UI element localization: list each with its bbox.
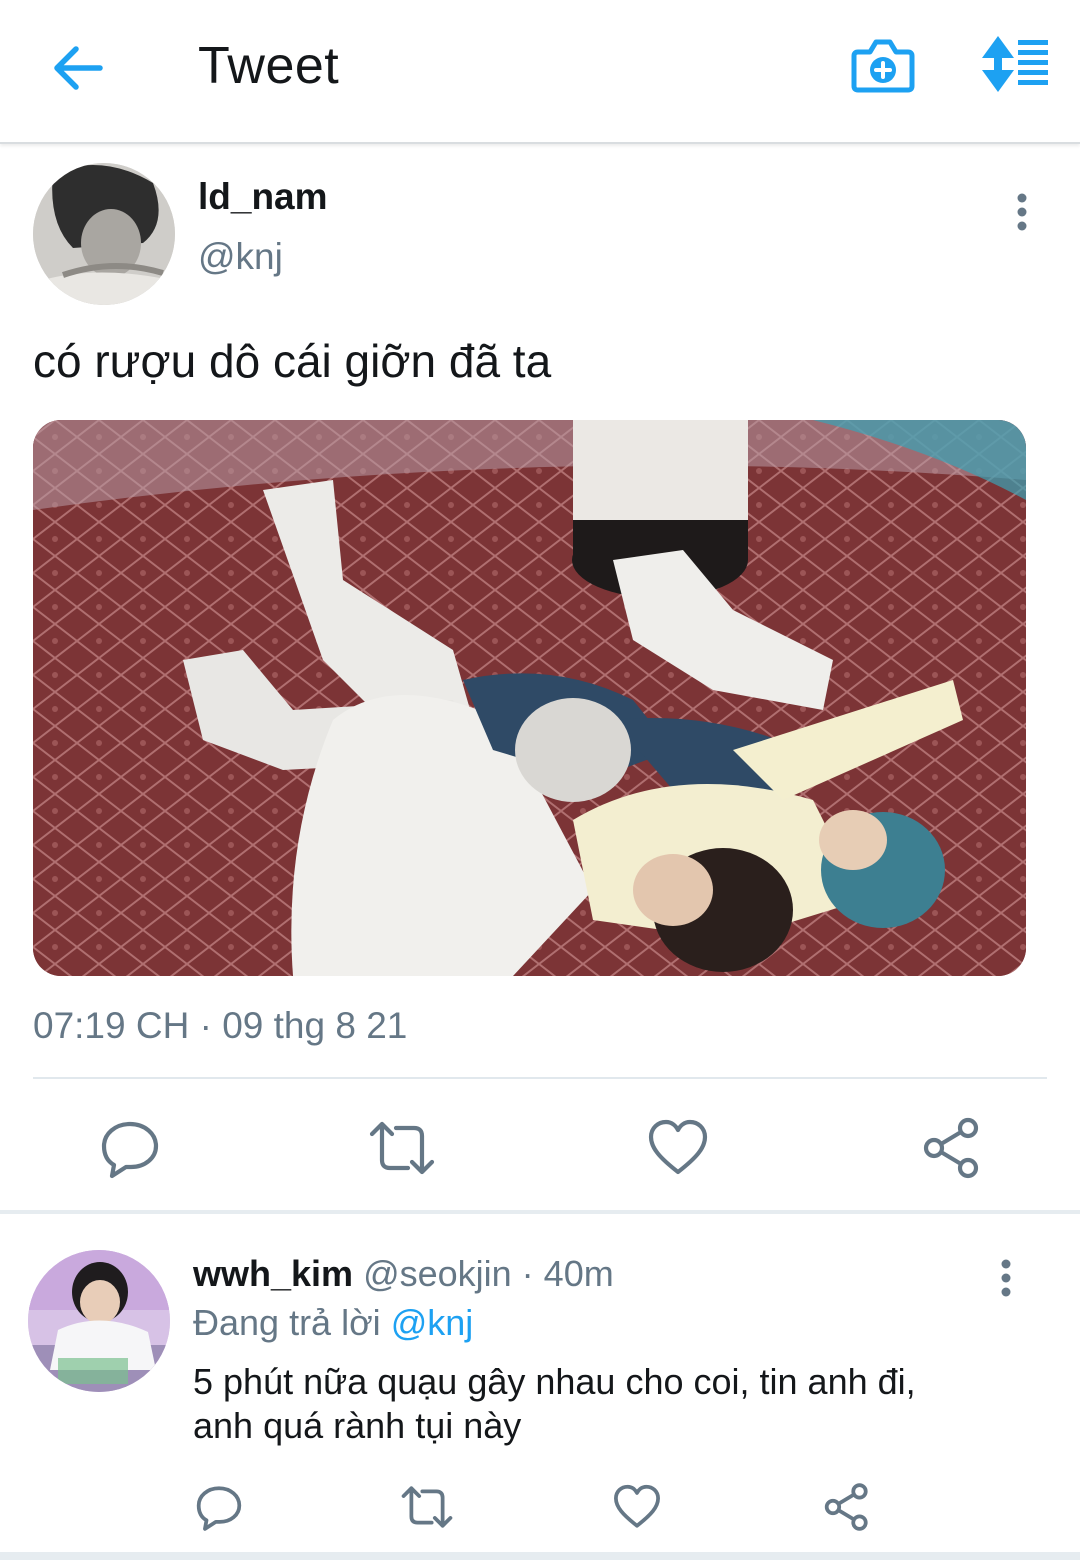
top-app-bar: Tweet (0, 0, 1080, 144)
like-button[interactable] (646, 1116, 710, 1180)
like-icon (648, 1119, 708, 1175)
replying-prefix: Đang trả lời (193, 1302, 381, 1343)
tweet-text: có rượu dô cái giỡn đã ta (33, 335, 552, 387)
more-vertical-icon (1017, 193, 1027, 231)
page-title: Tweet (198, 37, 340, 95)
reply-text: 5 phút nữa quạu gây nhau cho coi, tin an… (193, 1360, 1053, 1448)
reply-action-bar (0, 1478, 1080, 1538)
bottom-separator (0, 1552, 1080, 1560)
reply-icon (101, 1121, 159, 1179)
reply-handle-time: @seokjin · 40m (363, 1253, 614, 1294)
tweet-timestamp: 07:19 CH · 09 thg 8 21 (33, 1005, 408, 1046)
profile-photo (28, 1250, 170, 1392)
like-icon (614, 1484, 660, 1528)
reply-more-options-button[interactable] (988, 1256, 1024, 1300)
retweet-icon (401, 1486, 453, 1528)
more-options-button[interactable] (1004, 190, 1040, 234)
reply-reply-button[interactable] (194, 1482, 244, 1532)
reply-text-line: anh quá rành tụi này (193, 1405, 522, 1446)
reply-retweet-button[interactable] (400, 1482, 454, 1532)
camera-button[interactable] (850, 34, 916, 96)
reply-like-button[interactable] (612, 1482, 662, 1532)
reply-avatar[interactable] (28, 1250, 170, 1392)
tweet-action-bar (0, 1110, 1080, 1180)
user-handle[interactable]: @knj (198, 236, 283, 278)
media-photo (33, 420, 1026, 976)
back-button[interactable] (48, 38, 108, 98)
retweet-button[interactable] (368, 1116, 435, 1180)
more-vertical-icon (1001, 1259, 1011, 1297)
camera-plus-icon (851, 39, 915, 93)
sort-button[interactable] (974, 34, 1054, 94)
share-icon (923, 1117, 979, 1179)
reply-icon (196, 1486, 242, 1531)
tweet-media[interactable] (33, 420, 1026, 976)
display-name[interactable]: ld_nam (198, 176, 328, 218)
mention-link[interactable]: @knj (391, 1302, 474, 1343)
sort-icon (982, 36, 1048, 92)
replying-to: Đang trả lời @knj (193, 1302, 473, 1344)
divider (33, 1077, 1047, 1079)
section-separator (0, 1210, 1080, 1214)
reply-button[interactable] (98, 1116, 162, 1180)
arrow-left-icon (54, 46, 103, 90)
reply-text-line: 5 phút nữa quạu gây nhau cho coi, tin an… (193, 1361, 916, 1402)
reply-display-name[interactable]: wwh_kim (193, 1253, 353, 1294)
share-icon (824, 1483, 868, 1531)
reply-header: wwh_kim @seokjin · 40m (193, 1253, 614, 1295)
share-button[interactable] (920, 1116, 984, 1180)
retweet-icon (369, 1121, 435, 1175)
reply-share-button[interactable] (822, 1482, 872, 1532)
avatar[interactable] (33, 163, 175, 305)
profile-photo (33, 163, 175, 305)
